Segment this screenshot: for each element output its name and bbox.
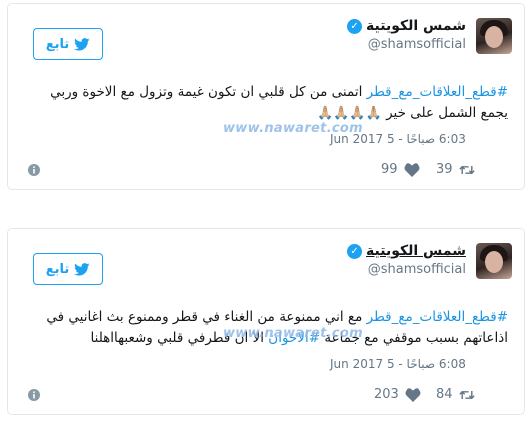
heart-icon (405, 387, 421, 402)
follow-label: تابع (45, 36, 70, 52)
avatar-face (485, 26, 503, 48)
author-display-name[interactable]: شمس الكويتية (366, 18, 466, 34)
like-count: 99 (381, 162, 398, 177)
follow-button[interactable]: تابع (33, 28, 103, 60)
tweet-text: #قطع_العلاقات_مع_قطر اتمنى من كل قلبي ان… (26, 82, 508, 124)
hashtag-link[interactable]: #قطع_العلاقات_مع_قطر (367, 309, 508, 325)
hashtag-link[interactable]: #قطع_العلاقات_مع_قطر (367, 84, 508, 100)
like-count: 203 (374, 387, 399, 402)
avatar[interactable] (476, 243, 512, 279)
author-handle[interactable]: @shamsofficial (368, 37, 466, 52)
verified-badge-icon: ✓ (347, 243, 363, 259)
follow-button[interactable]: تابع (33, 253, 103, 285)
avatar[interactable] (476, 18, 512, 54)
tweet-card: شمس الكويتية ✓ @shamsofficial تابع #قطع_… (7, 3, 525, 190)
retweet-icon (458, 390, 475, 399)
retweet-count: 84 (436, 387, 453, 402)
like-button[interactable]: 203 (374, 387, 421, 402)
author-display-name[interactable]: شمس الكويتية (366, 243, 466, 259)
avatar-face (485, 251, 503, 273)
info-icon[interactable] (28, 389, 40, 401)
watermark: www.nawaret.com (223, 326, 364, 341)
author-name-row[interactable]: شمس الكويتية ✓ (347, 243, 466, 259)
follow-label: تابع (45, 261, 70, 277)
tweet-card: شمس الكويتية ✓ @shamsofficial تابع #قطع_… (7, 228, 525, 415)
retweet-button[interactable]: 84 (436, 387, 475, 402)
twitter-bird-icon (74, 262, 90, 276)
retweet-button[interactable]: 39 (436, 162, 475, 177)
tweet-timestamp[interactable]: 6:08 صباحًا - 5 Jun 2017 (330, 357, 466, 371)
twitter-bird-icon (74, 37, 90, 51)
heart-icon (404, 162, 419, 177)
author-name-row[interactable]: شمس الكويتية ✓ (347, 18, 466, 34)
tweet-actions: 39 99 (8, 162, 524, 182)
retweet-count: 39 (436, 162, 453, 177)
like-button[interactable]: 99 (381, 162, 420, 177)
info-icon[interactable] (28, 164, 40, 176)
verified-badge-icon: ✓ (347, 18, 363, 34)
author-handle[interactable]: @shamsofficial (368, 262, 466, 277)
tweet-actions: 84 203 (8, 387, 524, 407)
tweet-timestamp[interactable]: 6:03 صباحًا - 5 Jun 2017 (330, 132, 466, 146)
retweet-icon (458, 165, 475, 174)
tweet-emojis: 🙏🏼🙏🏼🙏🏼🙏🏼 (317, 106, 382, 121)
